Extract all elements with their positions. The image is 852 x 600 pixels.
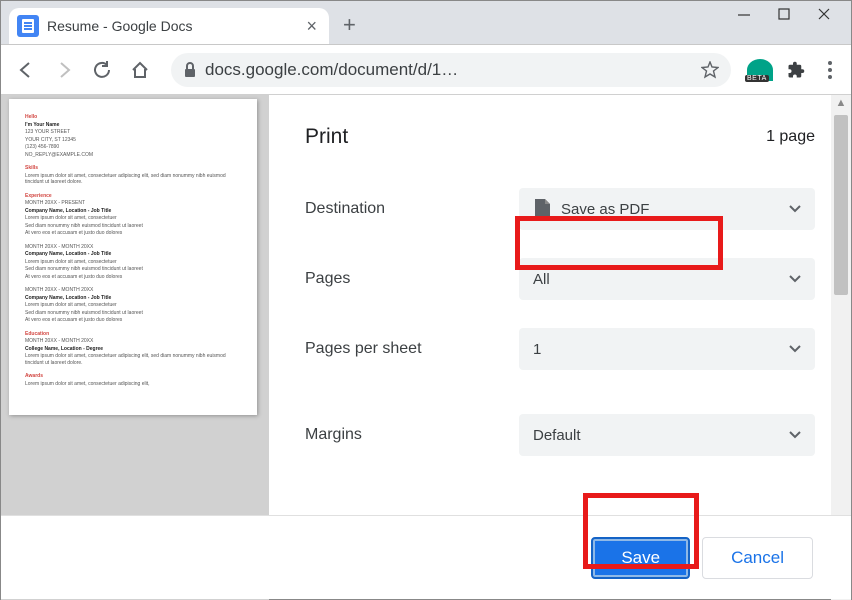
cancel-button[interactable]: Cancel — [702, 537, 813, 579]
margins-value: Default — [533, 427, 581, 444]
browser-toolbar: docs.google.com/document/d/1… BETA — [1, 45, 851, 95]
chevron-down-icon — [789, 431, 801, 439]
save-button[interactable]: Save — [591, 537, 690, 579]
tab-title: Resume - Google Docs — [47, 18, 294, 34]
destination-select[interactable]: Save as PDF — [519, 188, 815, 230]
margins-select[interactable]: Default — [519, 414, 815, 456]
browser-tab[interactable]: Resume - Google Docs × — [9, 8, 329, 44]
pages-label: Pages — [305, 270, 519, 288]
chevron-down-icon — [789, 275, 801, 283]
print-dialog-footer: Save Cancel — [1, 515, 851, 599]
reload-button[interactable] — [87, 55, 117, 85]
destination-label: Destination — [305, 200, 519, 218]
maximize-icon[interactable] — [777, 7, 791, 21]
forward-button[interactable] — [49, 55, 79, 85]
destination-row: Destination Save as PDF — [305, 179, 815, 239]
close-window-icon[interactable] — [817, 7, 831, 21]
chrome-menu-button[interactable] — [819, 61, 841, 79]
new-tab-button[interactable]: + — [343, 12, 356, 38]
star-icon[interactable] — [701, 61, 719, 79]
extensions-puzzle-icon[interactable] — [787, 61, 805, 79]
pdf-file-icon — [533, 199, 551, 219]
preview-page-thumbnail: Hello I'm Your Name 123 YOUR STREET YOUR… — [9, 99, 257, 415]
pages-per-sheet-value: 1 — [533, 341, 541, 358]
address-bar[interactable]: docs.google.com/document/d/1… — [171, 53, 731, 87]
pages-value: All — [533, 271, 550, 288]
margins-label: Margins — [305, 426, 519, 444]
minimize-icon[interactable] — [737, 7, 751, 21]
window-controls — [717, 1, 851, 27]
pages-per-sheet-select[interactable]: 1 — [519, 328, 815, 370]
beta-extension-icon[interactable]: BETA — [747, 59, 773, 81]
window-titlebar: Resume - Google Docs × + — [1, 1, 851, 45]
chevron-down-icon — [789, 345, 801, 353]
chevron-down-icon — [789, 205, 801, 213]
pages-row: Pages All — [305, 249, 815, 309]
close-tab-icon[interactable]: × — [302, 14, 321, 39]
url-text: docs.google.com/document/d/1… — [205, 60, 693, 80]
extensions-area: BETA — [747, 59, 841, 81]
lock-icon — [183, 62, 197, 78]
home-button[interactable] — [125, 55, 155, 85]
pages-per-sheet-row: Pages per sheet 1 — [305, 319, 815, 379]
docs-favicon — [17, 15, 39, 37]
back-button[interactable] — [11, 55, 41, 85]
scroll-up-icon[interactable]: ▲ — [831, 95, 851, 111]
margins-row: Margins Default — [305, 405, 815, 465]
print-header: Print 1 page — [269, 95, 851, 169]
print-title: Print — [305, 125, 348, 149]
page-count: 1 page — [766, 128, 815, 146]
destination-value: Save as PDF — [561, 201, 649, 218]
pages-select[interactable]: All — [519, 258, 815, 300]
pages-per-sheet-label: Pages per sheet — [305, 340, 519, 358]
